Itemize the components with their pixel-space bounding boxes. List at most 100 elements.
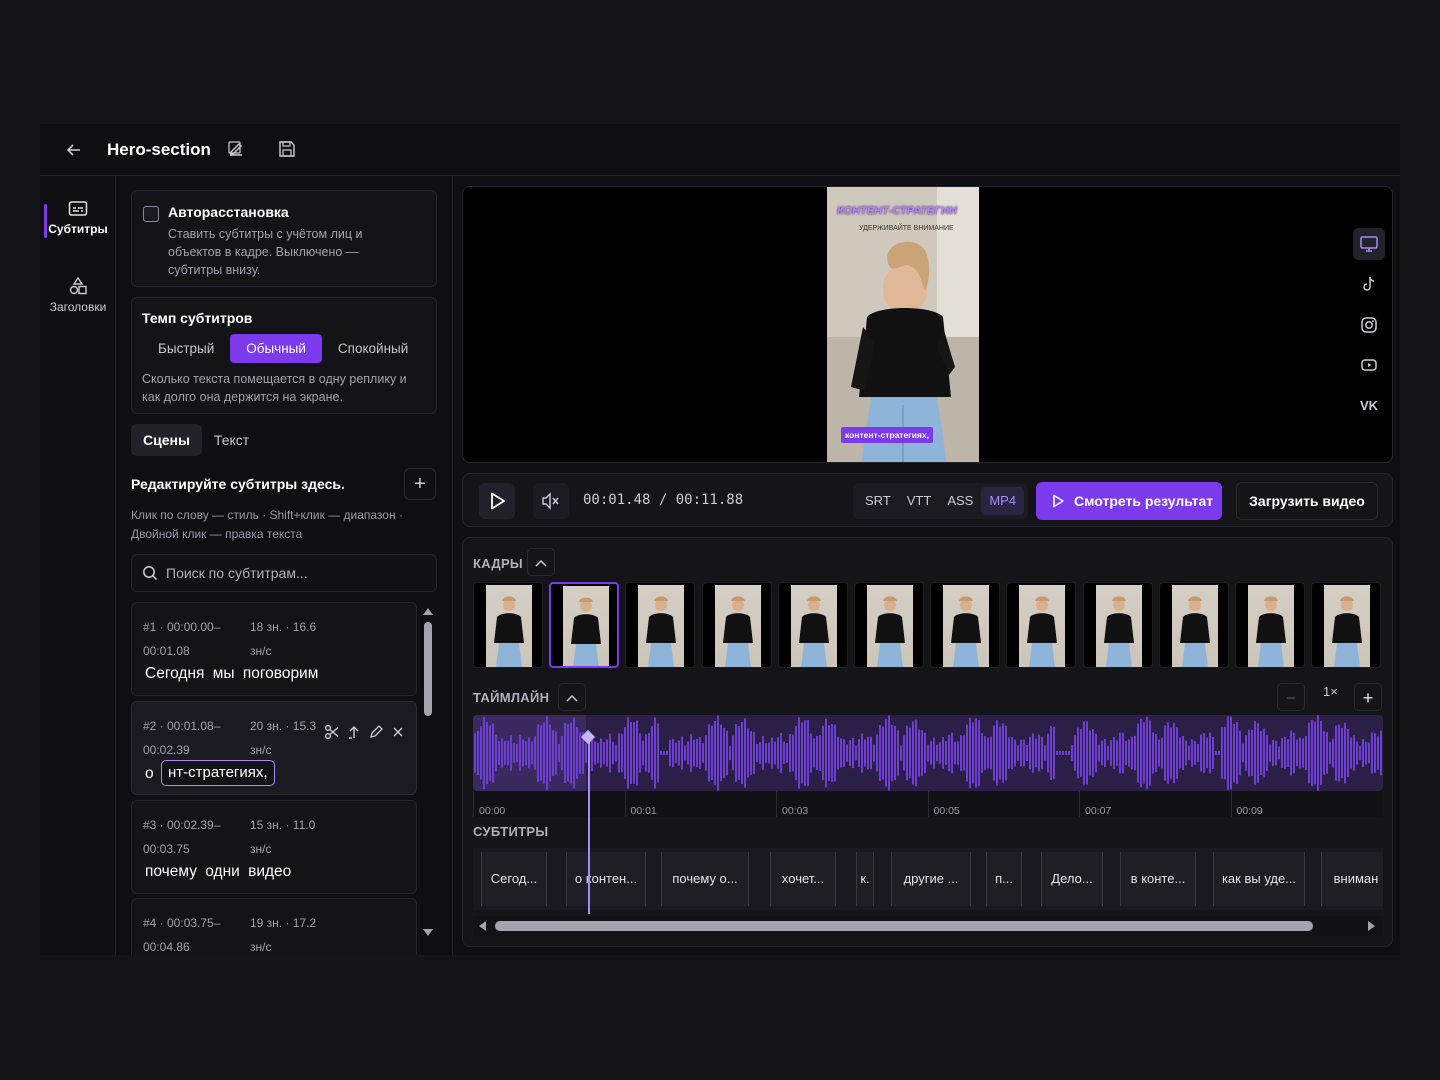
subtitle-chip[interactable]: другие ... [891, 852, 971, 906]
add-subtitle-button[interactable]: + [404, 468, 436, 500]
subtitle-item-selected[interactable]: #2 · 00:01.08– 00:02.39 20 зн. · 15.3 зн/с… [131, 701, 417, 795]
monitor-icon[interactable] [1353, 228, 1385, 260]
shapes-icon [69, 276, 87, 295]
auto-placement-title: Авторасстановка [168, 204, 289, 220]
format-srt[interactable]: SRT [857, 487, 899, 515]
timeline-scrollbar[interactable] [473, 916, 1383, 936]
subtitle-panel: Авторасстановка Ставить субтитры с учёто… [117, 176, 453, 955]
mute-button[interactable] [533, 483, 569, 519]
subtitle-text[interactable]: Сегодня мы поговорим [145, 665, 318, 683]
tab-text[interactable]: Текст [202, 424, 261, 456]
rail-item-subtitles[interactable]: Субтитры [40, 200, 116, 236]
watch-result-label: Смотреть результат [1074, 493, 1214, 509]
frame-thumbnail[interactable] [1082, 582, 1153, 668]
search-input[interactable] [166, 555, 426, 591]
time-ruler: 00:00 00:01 00:03 00:05 00:07 00:09 [473, 791, 1383, 817]
frame-thumbnail[interactable] [549, 582, 620, 668]
pace-title: Темп субтитров [142, 310, 253, 326]
subtitle-item[interactable]: #1 · 00:00.00– 00:01.08 18 зн. · 16.6 зн/с… [131, 602, 417, 696]
subtitle-text-prefix[interactable]: о [145, 765, 154, 783]
format-vtt[interactable]: VTT [899, 487, 940, 515]
rename-icon[interactable] [226, 139, 246, 159]
zoom-out-button[interactable]: – [1277, 683, 1305, 711]
timeline-editor: КАДРЫ ТАЙМЛАЙН – 1× + 00:00 00:01 00:03 00:… [462, 537, 1393, 947]
save-icon[interactable] [277, 139, 297, 159]
scissors-icon[interactable] [324, 724, 340, 740]
pace-selector: Быстрый Обычный Спокойный [142, 334, 424, 363]
subtitle-item[interactable]: #3 · 00:02.39– 00:03.75 15 зн. · 11.0 зн/с… [131, 800, 417, 894]
editor-hint: Клик по слову — стиль · Shift+клик — диа… [131, 508, 403, 541]
frame-thumbnail[interactable] [625, 582, 696, 668]
subtitle-chip[interactable]: о контен... [566, 852, 646, 906]
ruler-tick: 00:03 [782, 805, 809, 817]
waveform-graphic [474, 715, 1382, 791]
pace-fast[interactable]: Быстрый [142, 334, 230, 363]
subtitle-stats: 19 зн. · 17.2 зн/с [250, 916, 317, 954]
subtitle-chip[interactable]: хочет... [770, 852, 836, 906]
subtitle-chip[interactable]: в конте... [1120, 852, 1196, 906]
ruler-tick: 00:09 [1236, 805, 1263, 817]
subtitle-chip[interactable]: Сегод... [481, 852, 547, 906]
subtitle-timing: #1 · 00:00.00– 00:01.08 [143, 620, 221, 658]
watch-result-button[interactable]: Смотреть результат [1036, 482, 1222, 520]
format-mp4[interactable]: MP4 [981, 487, 1025, 515]
pace-card: Темп субтитров Быстрый Обычный Спокойный… [131, 297, 437, 414]
auto-placement-checkbox[interactable] [143, 206, 159, 222]
upload-video-button[interactable]: Загрузить видео [1236, 482, 1378, 520]
scroll-left-icon[interactable] [477, 920, 487, 932]
frame-thumbnail[interactable] [1235, 582, 1305, 668]
subtitle-chip[interactable]: к. [856, 852, 874, 906]
frame-thumbnail[interactable] [1311, 582, 1382, 668]
subtitle-chip[interactable]: почему о... [661, 852, 749, 906]
subtitle-text[interactable]: почему одни видео [145, 863, 291, 881]
subtitle-item[interactable]: #4 · 00:03.75– 00:04.86 19 зн. · 17.2 зн/с [131, 898, 417, 955]
collapse-timeline-button[interactable] [558, 683, 586, 711]
subtitle-chip[interactable]: как вы уде... [1213, 852, 1305, 906]
playhead[interactable] [588, 738, 590, 914]
subtitle-chip[interactable]: п... [986, 852, 1022, 906]
ruler-tick: 00:05 [933, 805, 960, 817]
frame-thumbnail[interactable] [473, 582, 543, 668]
tiktok-icon[interactable] [1353, 268, 1385, 300]
close-icon[interactable] [390, 724, 406, 740]
list-scrollbar[interactable] [421, 604, 435, 940]
pace-normal[interactable]: Обычный [230, 334, 322, 363]
subtitle-edit-field[interactable]: нт-стратегиях, [161, 760, 275, 786]
search-icon [143, 566, 158, 581]
rail-item-titles[interactable]: Заголовки [40, 276, 116, 314]
format-ass[interactable]: ASS [939, 487, 981, 515]
ruler-tick: 00:07 [1085, 805, 1112, 817]
subtitle-chip[interactable]: вниман [1321, 852, 1383, 906]
youtube-icon[interactable] [1353, 349, 1385, 381]
timeline-scroll-thumb[interactable] [495, 921, 1313, 931]
merge-up-icon[interactable] [346, 724, 362, 740]
auto-placement-desc: Ставить субтитры с учётом лиц и объектов… [168, 227, 363, 277]
video-frame[interactable]: КОНТЕНТ-СТРАТЕГИИ УДЕРЖИВАЙТЕ ВНИМАНИЕ к… [827, 187, 979, 462]
frame-thumbnail[interactable] [854, 582, 924, 668]
scroll-up-icon[interactable] [422, 606, 434, 616]
audio-waveform[interactable] [473, 715, 1383, 791]
instagram-icon[interactable] [1353, 309, 1385, 341]
pencil-icon[interactable] [368, 724, 384, 740]
zoom-in-button[interactable]: + [1354, 683, 1382, 711]
subtitle-chip[interactable]: Дело... [1041, 852, 1103, 906]
subtitle-stats: 15 зн. · 11.0 зн/с [250, 818, 316, 856]
frame-thumbnail[interactable] [777, 582, 848, 668]
scroll-right-icon[interactable] [1367, 920, 1377, 932]
play-button[interactable] [479, 483, 515, 519]
pace-calm[interactable]: Спокойный [322, 334, 424, 363]
ruler-tick: 00:00 [479, 805, 506, 817]
ruler-line [776, 791, 777, 817]
scroll-down-icon[interactable] [422, 928, 434, 938]
frame-thumbnail[interactable] [1006, 582, 1077, 668]
vk-icon[interactable]: VK [1353, 390, 1385, 422]
frame-thumbnail[interactable] [930, 582, 1001, 668]
subtitle-stats: 18 зн. · 16.6 зн/с [250, 620, 317, 658]
list-scroll-thumb[interactable] [424, 622, 432, 716]
tab-scenes[interactable]: Сцены [131, 424, 202, 456]
collapse-frames-button[interactable] [527, 548, 555, 576]
back-arrow-icon[interactable] [64, 140, 84, 160]
frame-thumbnail[interactable] [701, 582, 772, 668]
frame-thumbnail[interactable] [1158, 582, 1229, 668]
rail-item-label: Заголовки [49, 300, 107, 314]
